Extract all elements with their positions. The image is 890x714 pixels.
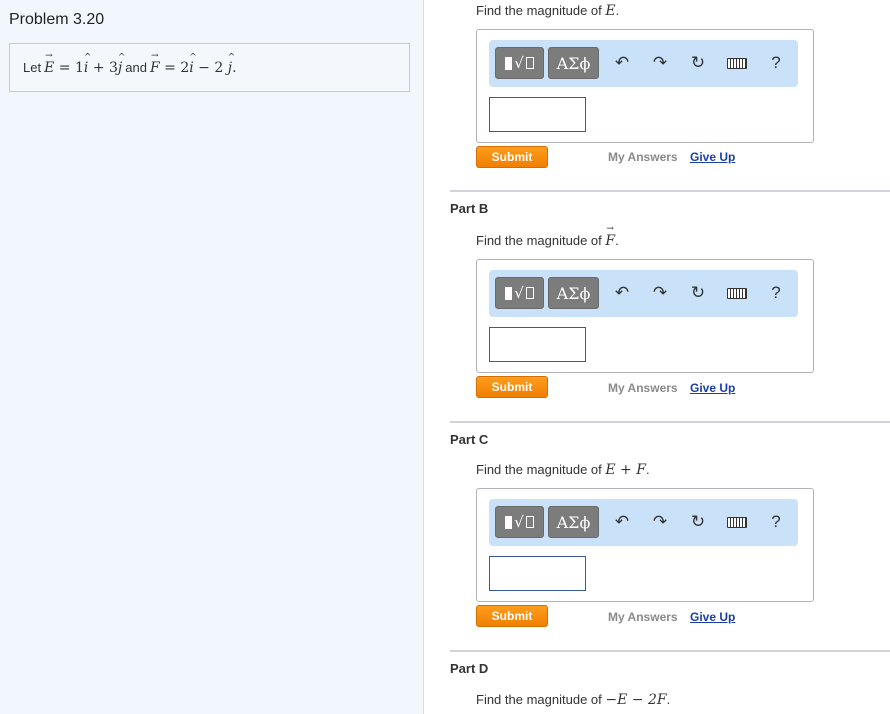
greek-symbols-button[interactable]: ΑΣϕ <box>548 47 599 79</box>
part-b-give-up-link[interactable]: Give Up <box>690 381 735 395</box>
part-a-my-answers-link[interactable]: My Answers <box>608 150 678 164</box>
math-templates-icon: √ <box>505 284 534 302</box>
part-c-submit-button[interactable]: Submit <box>476 605 548 627</box>
math-templates-button[interactable]: √ <box>495 277 544 309</box>
help-button[interactable]: ? <box>764 281 788 305</box>
statement-let: Let <box>23 60 42 75</box>
part-c-label: Part C <box>450 432 489 447</box>
problem-title: Problem 3.20 <box>9 11 105 28</box>
reset-circular-arrow-icon[interactable]: ↻ <box>686 281 710 305</box>
math-toolbar: √ ΑΣϕ ↶ ↷ ↻ ? <box>489 270 798 317</box>
part-c-answer-box: √ ΑΣϕ ↶ ↷ ↻ ? <box>476 488 814 602</box>
math-toolbar: √ ΑΣϕ ↶ ↷ ↻ ? <box>489 499 798 546</box>
keyboard-icon[interactable] <box>725 281 749 305</box>
part-c-question: Find the magnitude of E + F. <box>476 462 650 478</box>
math-templates-button[interactable]: √ <box>495 47 544 79</box>
divider <box>450 421 890 423</box>
part-d-question: Find the magnitude of −E − 2F. <box>476 692 671 708</box>
redo-arrow-icon[interactable]: ↷ <box>648 510 672 534</box>
divider <box>450 190 890 192</box>
statement-f-equation: F = 2i − 2 j. <box>150 51 237 76</box>
problem-statement: Let E = 1i + 3j and F = 2i − 2 j. <box>9 43 410 92</box>
greek-symbols-button[interactable]: ΑΣϕ <box>548 277 599 309</box>
part-a-submit-button[interactable]: Submit <box>476 146 548 168</box>
greek-symbols-button[interactable]: ΑΣϕ <box>548 506 599 538</box>
question-math: E + F <box>605 462 646 478</box>
part-b-submit-button[interactable]: Submit <box>476 376 548 398</box>
part-c-my-answers-link[interactable]: My Answers <box>608 610 678 624</box>
part-c-answer-input[interactable] <box>489 556 586 591</box>
problem-panel: Problem 3.20 Let E = 1i + 3j and F = 2i … <box>0 0 424 714</box>
redo-arrow-icon[interactable]: ↷ <box>648 51 672 75</box>
keyboard-icon[interactable] <box>725 510 749 534</box>
math-templates-icon: √ <box>505 513 534 531</box>
statement-and: and <box>125 60 147 75</box>
part-a-question: Find the magnitude of E. <box>476 0 619 19</box>
math-templates-button[interactable]: √ <box>495 506 544 538</box>
math-templates-icon: √ <box>505 54 534 72</box>
f-vector-symbol: F <box>150 51 160 76</box>
question-math: −E − 2F <box>605 692 667 708</box>
part-c-give-up-link[interactable]: Give Up <box>690 610 735 624</box>
undo-arrow-icon[interactable]: ↶ <box>610 281 634 305</box>
answers-panel: Find the magnitude of E. √ ΑΣϕ ↶ ↷ ↻ ? S… <box>425 0 890 714</box>
keyboard-icon[interactable] <box>725 51 749 75</box>
part-b-question: Find the magnitude of F. <box>476 224 619 249</box>
math-toolbar: √ ΑΣϕ ↶ ↷ ↻ ? <box>489 40 798 87</box>
help-button[interactable]: ? <box>764 51 788 75</box>
reset-circular-arrow-icon[interactable]: ↻ <box>686 51 710 75</box>
part-d-label: Part D <box>450 661 489 676</box>
divider <box>450 650 890 652</box>
undo-arrow-icon[interactable]: ↶ <box>610 510 634 534</box>
question-math: F <box>605 224 615 249</box>
statement-e-equation: E = 1i + 3j <box>44 51 126 76</box>
question-math: E <box>605 0 615 19</box>
page: Problem 3.20 Let E = 1i + 3j and F = 2i … <box>0 0 890 714</box>
redo-arrow-icon[interactable]: ↷ <box>648 281 672 305</box>
reset-circular-arrow-icon[interactable]: ↻ <box>686 510 710 534</box>
undo-arrow-icon[interactable]: ↶ <box>610 51 634 75</box>
part-b-my-answers-link[interactable]: My Answers <box>608 381 678 395</box>
help-button[interactable]: ? <box>764 510 788 534</box>
part-a-answer-input[interactable] <box>489 97 586 132</box>
part-a-give-up-link[interactable]: Give Up <box>690 150 735 164</box>
part-a-answer-box: √ ΑΣϕ ↶ ↷ ↻ ? <box>476 29 814 143</box>
part-b-answer-input[interactable] <box>489 327 586 362</box>
part-b-label: Part B <box>450 201 489 216</box>
part-b-answer-box: √ ΑΣϕ ↶ ↷ ↻ ? <box>476 259 814 373</box>
e-vector-symbol: E <box>44 51 54 76</box>
